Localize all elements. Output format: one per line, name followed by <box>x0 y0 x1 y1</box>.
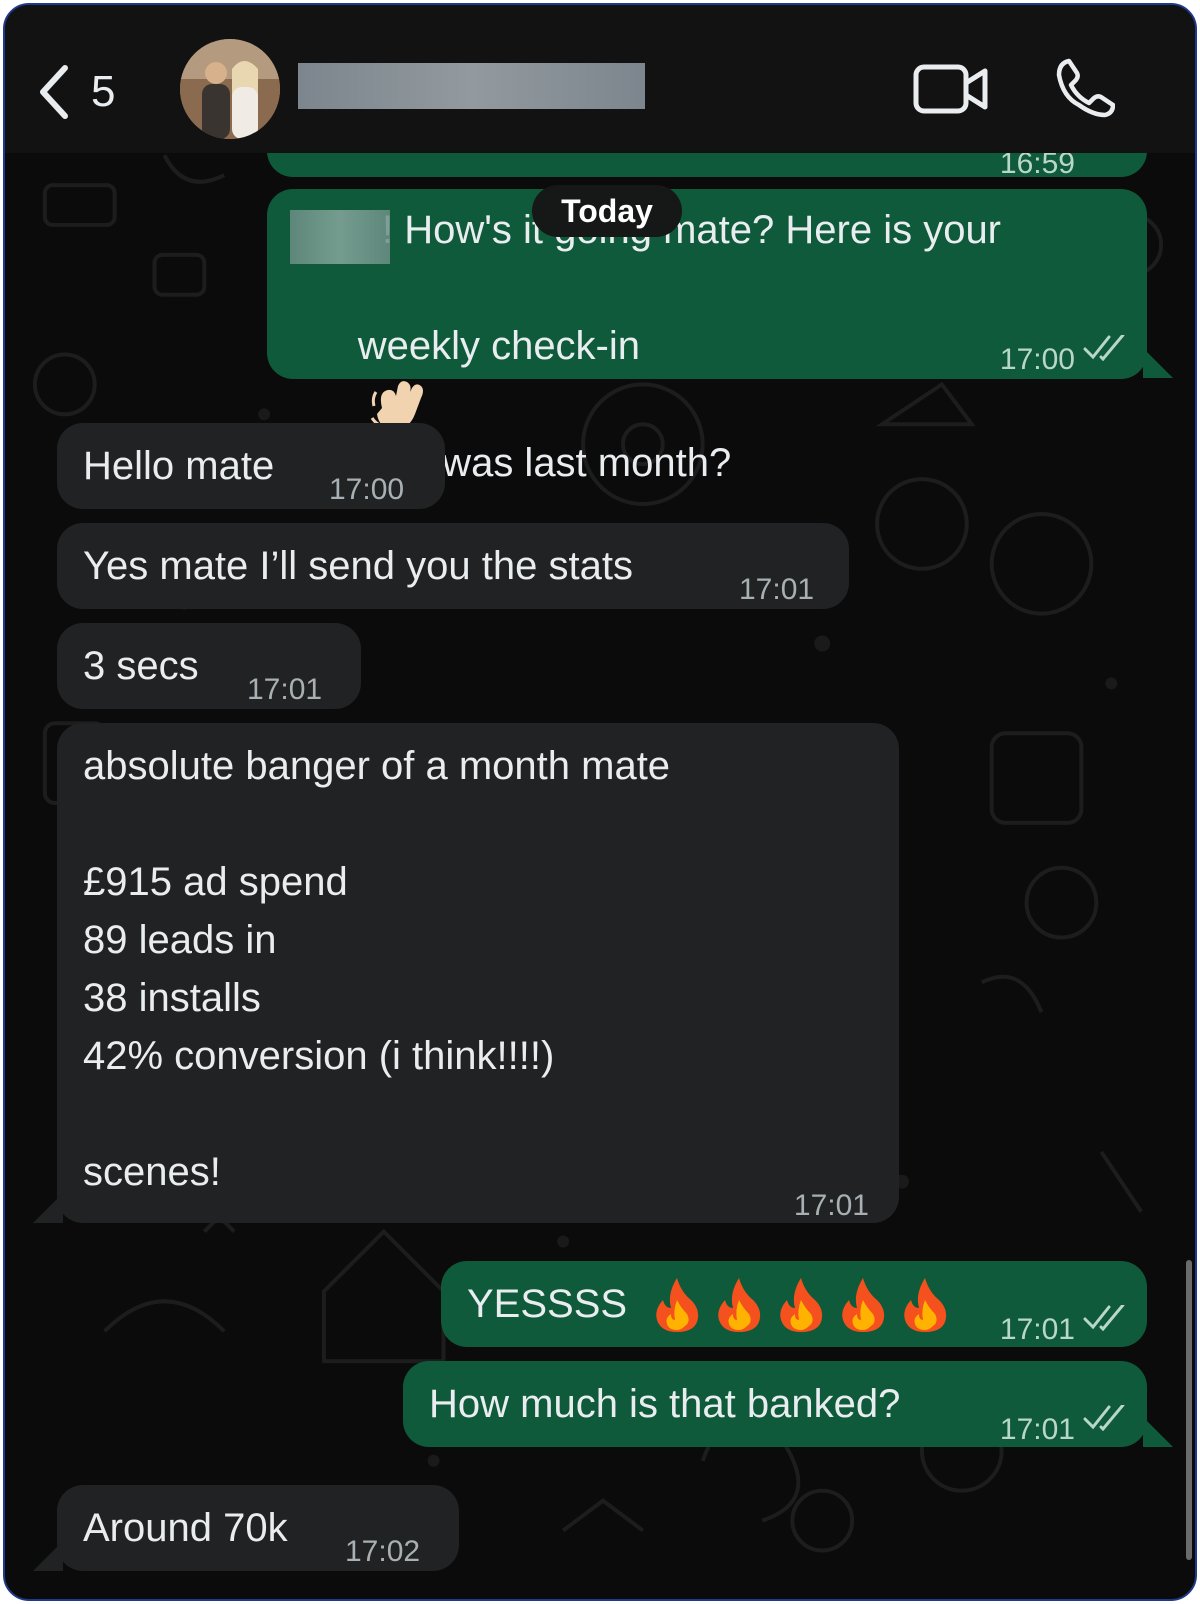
message-time: 17:00 <box>329 473 405 506</box>
redacted-name <box>290 210 390 264</box>
read-receipt-icon <box>1083 1405 1125 1431</box>
incoming-message[interactable]: 3 secs 17:01 <box>57 623 361 709</box>
video-camera-icon <box>913 64 988 114</box>
incoming-message[interactable]: Around 70k 17:02 <box>57 1485 459 1571</box>
message-text: YESSSS <box>467 1282 628 1326</box>
message-text: Yes mate I’ll send you the stats <box>83 544 633 588</box>
outgoing-message[interactable]: How much is that banked? 17:01 <box>403 1361 1147 1447</box>
message-text: Around 70k <box>83 1506 288 1550</box>
outgoing-message[interactable]: ! How's it going mate? Here is your week… <box>267 189 1147 485</box>
message-line: £915 ad spend <box>83 860 348 904</box>
read-receipt-icon <box>1083 335 1125 361</box>
message-text: How much is that banked? <box>429 1382 901 1426</box>
outgoing-message[interactable]: YESSSS 17:01 <box>441 1261 1147 1347</box>
incoming-message[interactable]: Yes mate I’ll send you the stats 17:01 <box>57 523 849 609</box>
message-line: 42% conversion (i think!!!!) <box>83 1034 555 1078</box>
message-line: scenes! <box>83 1150 221 1194</box>
emoji-row <box>651 1275 951 1333</box>
phone-icon <box>1056 58 1116 118</box>
video-call-button[interactable] <box>913 61 989 117</box>
message-line: 38 installs <box>83 976 261 1020</box>
message-time: 17:01 <box>999 1313 1075 1346</box>
fire-emoji <box>780 1278 823 1332</box>
message-time: 17:02 <box>345 1535 421 1568</box>
contact-name-redacted[interactable] <box>298 63 645 109</box>
fire-emoji <box>904 1278 947 1332</box>
message-time: 17:01 <box>739 573 815 606</box>
message-text-line1: ! How's it going mate? Here is your <box>382 208 1002 252</box>
fire-emoji <box>842 1278 885 1332</box>
message-text-block: absolute banger of a month mate £915 ad … <box>83 737 670 1201</box>
message-text: Hello mate <box>83 444 275 488</box>
message-time: 17:01 <box>793 1189 869 1222</box>
fire-emoji <box>718 1278 761 1332</box>
message-time: 17:01 <box>999 1413 1075 1446</box>
message-line <box>83 1085 670 1143</box>
scrollbar[interactable] <box>1186 1260 1192 1560</box>
read-receipt-icon <box>1083 1305 1125 1331</box>
chevron-left-icon <box>40 65 68 119</box>
voice-call-button[interactable] <box>1055 57 1116 119</box>
unread-count: 5 <box>91 67 116 116</box>
message-time: 17:00 <box>999 343 1075 376</box>
message-time: 17:01 <box>247 673 323 706</box>
chat-screen: 5 16:59 Today ! How's it going mate? Her… <box>3 3 1197 1601</box>
message-line <box>83 795 670 853</box>
incoming-message[interactable]: Hello mate 17:00 <box>57 423 445 509</box>
incoming-message[interactable]: absolute banger of a month mate £915 ad … <box>57 723 899 1223</box>
date-divider: Today <box>532 185 682 237</box>
message-line: absolute banger of a month mate <box>83 744 671 788</box>
back-button[interactable]: 5 <box>35 57 155 127</box>
fire-emoji <box>656 1278 699 1332</box>
chat-header: 5 <box>5 5 1195 153</box>
message-text-part: weekly check-in <box>357 324 641 368</box>
message-text: 3 secs <box>83 644 199 688</box>
message-line: 89 leads in <box>83 918 277 962</box>
contact-avatar[interactable] <box>180 39 280 139</box>
